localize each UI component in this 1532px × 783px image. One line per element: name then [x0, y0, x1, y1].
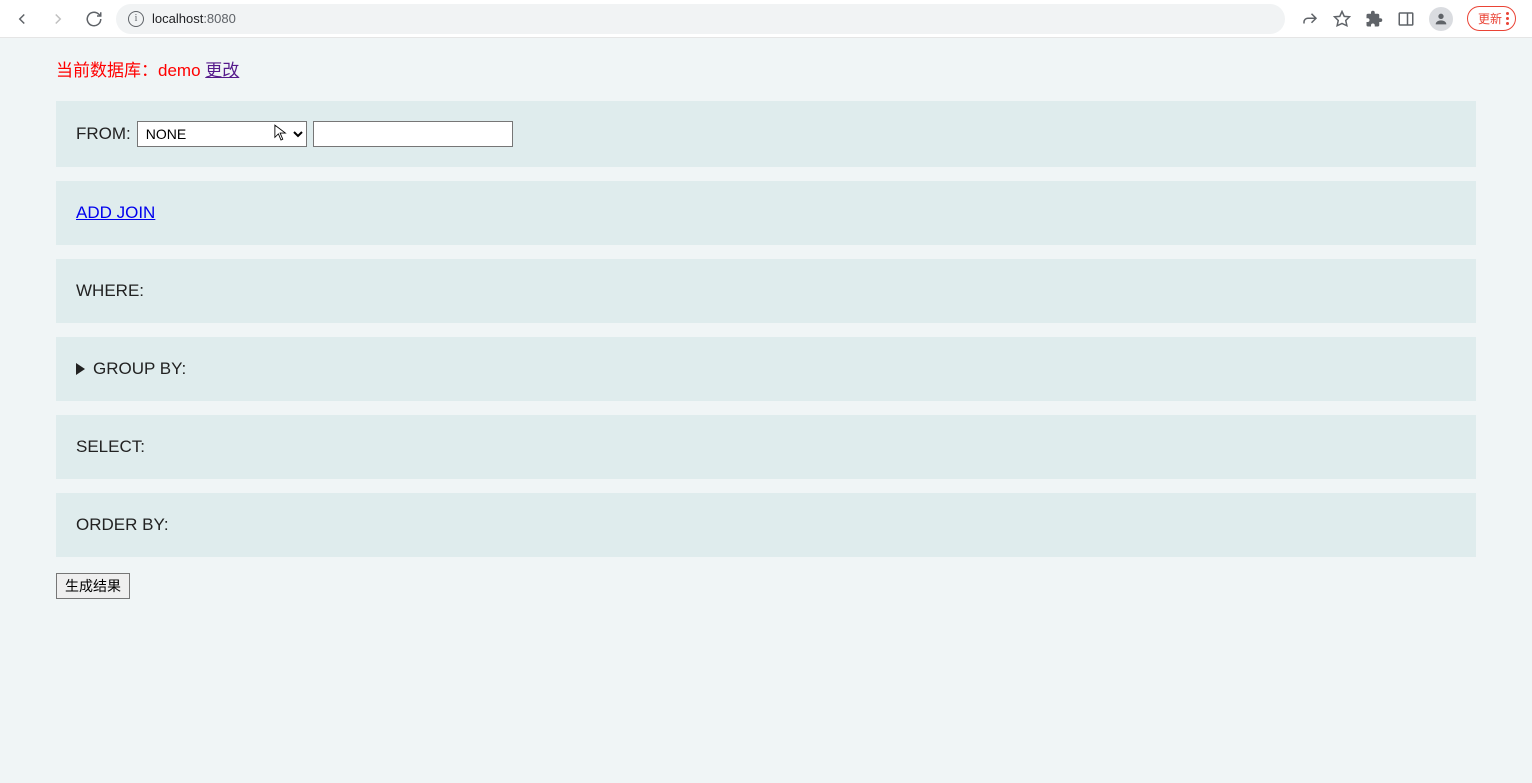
groupby-label: GROUP BY:	[93, 359, 186, 379]
back-button[interactable]	[8, 5, 36, 33]
page-body: 当前数据库：demo 更改 FROM: NONE ADD JOIN WHERE:…	[0, 38, 1532, 783]
from-alias-input[interactable]	[313, 121, 513, 147]
orderby-panel: ORDER BY:	[56, 493, 1476, 557]
where-panel: WHERE:	[56, 259, 1476, 323]
select-panel: SELECT:	[56, 415, 1476, 479]
orderby-label: ORDER BY:	[76, 515, 169, 534]
add-join-panel: ADD JOIN	[56, 181, 1476, 245]
db-name: demo	[158, 61, 201, 80]
panel-icon[interactable]	[1397, 10, 1415, 28]
update-label: 更新	[1478, 10, 1502, 27]
extensions-icon[interactable]	[1365, 10, 1383, 28]
address-bar[interactable]: i localhost:8080	[116, 4, 1285, 34]
where-label: WHERE:	[76, 281, 144, 300]
kebab-menu-icon	[1506, 12, 1509, 25]
star-icon[interactable]	[1333, 10, 1351, 28]
from-table-select[interactable]: NONE	[137, 121, 307, 147]
db-change-link[interactable]: 更改	[205, 61, 239, 80]
url-text: localhost:8080	[152, 11, 236, 26]
from-panel: FROM: NONE	[56, 101, 1476, 167]
disclosure-triangle-icon[interactable]	[76, 363, 85, 375]
share-icon[interactable]	[1301, 10, 1319, 28]
db-prefix: 当前数据库：	[56, 61, 158, 80]
reload-button[interactable]	[80, 5, 108, 33]
forward-button[interactable]	[44, 5, 72, 33]
select-label: SELECT:	[76, 437, 145, 456]
browser-chrome: i localhost:8080 更新	[0, 0, 1532, 38]
profile-icon[interactable]	[1429, 7, 1453, 31]
groupby-panel: GROUP BY:	[56, 337, 1476, 401]
from-label: FROM:	[76, 124, 131, 144]
add-join-link[interactable]: ADD JOIN	[76, 203, 155, 222]
generate-button[interactable]: 生成结果	[56, 573, 130, 599]
db-header: 当前数据库：demo 更改	[56, 56, 1476, 81]
chrome-toolbar-right: 更新	[1293, 6, 1524, 31]
info-icon: i	[128, 11, 144, 27]
update-button[interactable]: 更新	[1467, 6, 1516, 31]
